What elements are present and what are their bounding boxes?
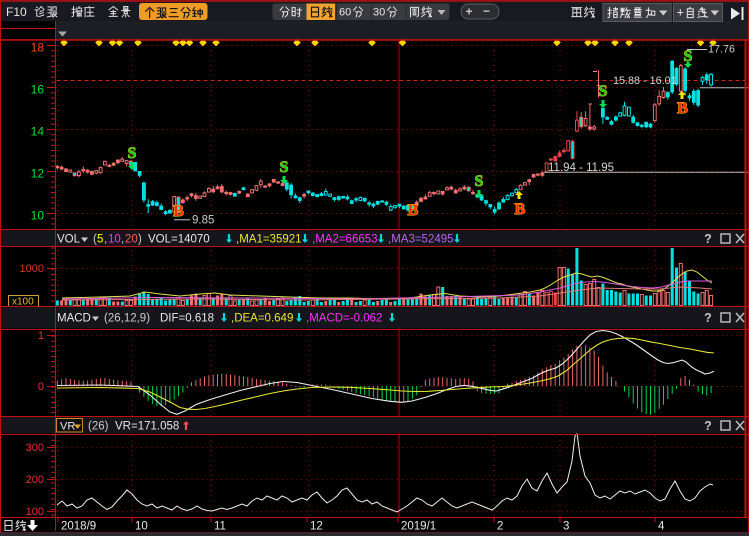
svg-text:S: S: [128, 145, 137, 162]
svg-text:,MA2=66653: ,MA2=66653: [312, 234, 378, 246]
svg-text:B: B: [515, 201, 526, 218]
svg-text:?: ?: [704, 419, 712, 433]
svg-text:0: 0: [38, 381, 44, 393]
svg-text:9.85: 9.85: [192, 215, 214, 227]
svg-text:?: ?: [704, 311, 712, 325]
svg-text:30: 30: [373, 7, 385, 19]
svg-text:+: +: [677, 5, 685, 20]
svg-text:−: −: [483, 4, 490, 18]
svg-text:10: 10: [135, 521, 148, 533]
svg-text:x100: x100: [12, 297, 34, 308]
svg-text:?: ?: [704, 232, 712, 246]
svg-text:F10: F10: [6, 5, 27, 19]
svg-text:VOL=14070: VOL=14070: [148, 234, 210, 246]
svg-text:1000: 1000: [20, 263, 44, 275]
svg-text:3: 3: [563, 521, 569, 533]
svg-text:,DEA=0.649: ,DEA=0.649: [231, 313, 293, 325]
svg-text:2019/1: 2019/1: [401, 521, 436, 533]
svg-text:B: B: [173, 203, 184, 220]
svg-text:11.94 - 11.95: 11.94 - 11.95: [548, 162, 614, 174]
svg-text:(26,12,9): (26,12,9): [104, 313, 150, 325]
svg-text:2: 2: [497, 521, 503, 533]
svg-text:S: S: [475, 173, 484, 190]
svg-text:14: 14: [31, 125, 45, 139]
svg-text:,: ,: [121, 234, 124, 246]
svg-text:200: 200: [26, 474, 44, 486]
svg-text:12: 12: [310, 521, 323, 533]
svg-text:12: 12: [31, 167, 45, 181]
svg-text:S: S: [280, 159, 289, 176]
svg-text:20: 20: [125, 234, 138, 246]
svg-text:,MA3=52495: ,MA3=52495: [388, 234, 454, 246]
svg-text:,: ,: [104, 234, 107, 246]
svg-text:VOL: VOL: [57, 234, 81, 246]
svg-text:): ): [138, 234, 142, 246]
svg-text:,MA1=35921: ,MA1=35921: [236, 234, 302, 246]
svg-text:16: 16: [31, 83, 45, 97]
svg-text:B: B: [408, 202, 419, 219]
svg-text:2018/9: 2018/9: [61, 521, 96, 533]
svg-text:5: 5: [97, 234, 103, 246]
svg-text:MACD: MACD: [57, 313, 91, 325]
svg-text:18: 18: [31, 41, 45, 55]
svg-text:15.88 - 16.01: 15.88 - 16.01: [613, 75, 677, 87]
svg-text:10: 10: [108, 234, 121, 246]
svg-text:(26): (26): [88, 421, 109, 433]
svg-text:DIF=0.618: DIF=0.618: [160, 313, 214, 325]
svg-text:10: 10: [31, 209, 45, 223]
svg-text:11: 11: [214, 521, 226, 533]
svg-text:VR: VR: [60, 421, 75, 433]
svg-text:60: 60: [339, 7, 351, 19]
svg-text:300: 300: [26, 442, 44, 454]
svg-text:B: B: [677, 100, 688, 117]
svg-text:17.76: 17.76: [708, 44, 735, 56]
svg-text:,MACD=-0.062: ,MACD=-0.062: [306, 313, 382, 325]
svg-text:VR=171.058: VR=171.058: [115, 421, 179, 433]
svg-text:4: 4: [658, 521, 665, 533]
svg-text:100: 100: [26, 506, 44, 518]
svg-text:1: 1: [38, 330, 44, 342]
svg-text:+: +: [466, 5, 473, 19]
svg-text:S: S: [599, 83, 608, 100]
